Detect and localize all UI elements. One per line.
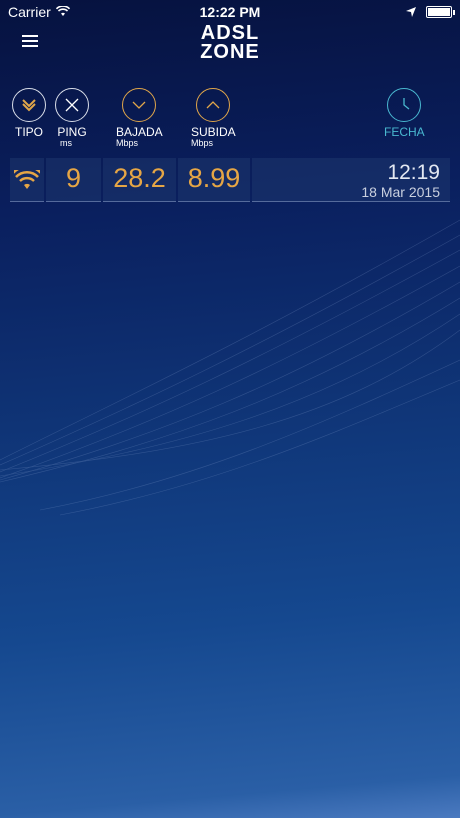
column-unit: Mbps [116,138,139,148]
column-bajada[interactable]: BAJADA Mbps [116,88,163,148]
column-label: PING [57,125,87,139]
clock-icon [387,88,421,122]
app-screen: Carrier 12:22 PM ADSL ZONE TIPO PING ms [0,0,460,818]
status-time: 12:22 PM [199,4,261,20]
background-waves [0,219,460,516]
chevron-up-icon [196,88,230,122]
chevron-down-icon [122,88,156,122]
x-icon [55,88,89,122]
type-cell [10,158,44,202]
column-label: SUBIDA [191,125,236,139]
column-label: TIPO [14,125,43,139]
column-tipo[interactable]: TIPO [12,88,46,139]
result-time: 12:19 [387,161,440,184]
column-subida[interactable]: SUBIDA Mbps [191,88,236,148]
datetime-cell: 12:19 18 Mar 2015 [252,158,450,202]
column-fecha[interactable]: FECHA [384,88,425,139]
upload-value: 8.99 [178,158,250,202]
app-logo: ADSL ZONE [200,22,260,63]
battery-icon [426,6,455,18]
wifi-icon [14,170,40,189]
column-label: FECHA [384,125,425,139]
column-unit: Mbps [191,138,214,148]
double-chevron-icon [12,88,46,122]
column-label: BAJADA [116,125,163,139]
column-ping[interactable]: PING ms [55,88,89,148]
ping-value: 9 [46,158,101,202]
result-date: 18 Mar 2015 [361,184,440,200]
download-value: 28.2 [103,158,176,202]
status-bar: Carrier 12:22 PM [0,0,460,24]
column-unit: ms [60,138,72,148]
location-arrow-icon [406,4,416,20]
